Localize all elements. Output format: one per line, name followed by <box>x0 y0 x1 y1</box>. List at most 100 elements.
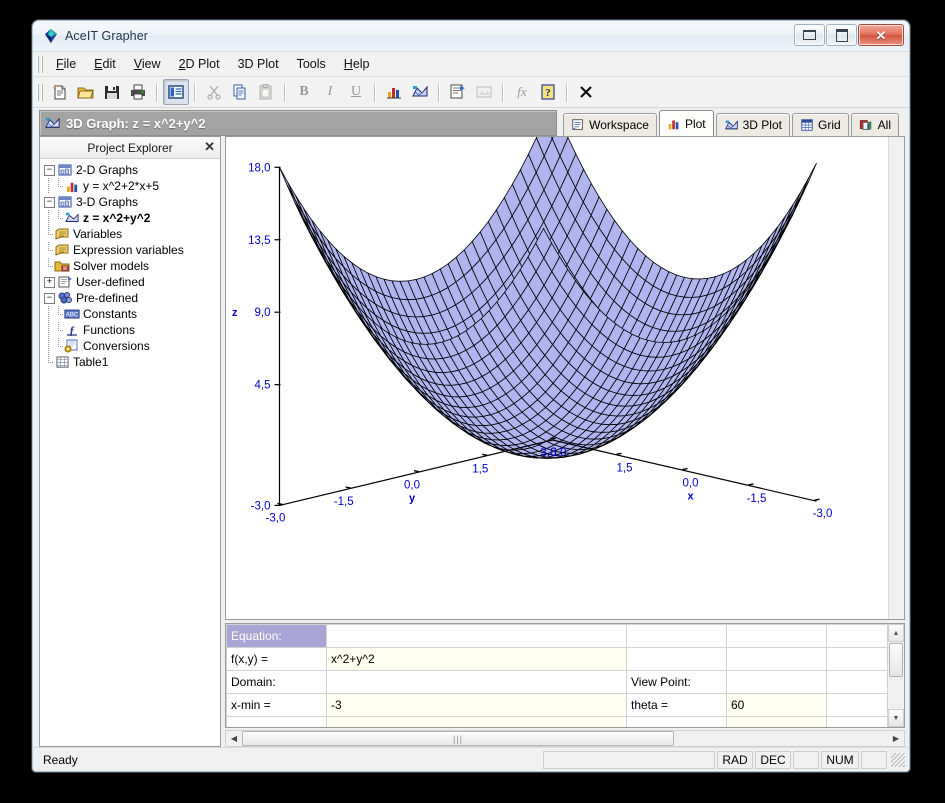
tree-item-z-equation[interactable]: z = x^2+y^2 <box>42 210 220 226</box>
cell-partial-value[interactable] <box>327 717 627 728</box>
cell-blank[interactable] <box>627 648 727 671</box>
close-icon[interactable]: ✕ <box>204 139 215 155</box>
underline-icon[interactable]: U <box>343 79 369 105</box>
paste-icon[interactable] <box>253 79 279 105</box>
scroll-thumb[interactable]: ||| <box>242 731 674 746</box>
table-row[interactable] <box>227 717 888 728</box>
tab-3d-plot[interactable]: 3D Plot <box>716 113 790 136</box>
tree-item-y-equation[interactable]: y = x^2+2*x+5 <box>42 178 220 194</box>
cell-partial-value[interactable] <box>727 717 827 728</box>
menu-help[interactable]: Help <box>335 54 379 74</box>
tree-item-table1[interactable]: Table1 <box>42 354 220 370</box>
tab-workspace[interactable]: Workspace <box>563 113 657 136</box>
cell-equation-header[interactable]: Equation: <box>227 625 327 648</box>
cell-blank[interactable] <box>627 625 727 648</box>
data-grid-vertical-scrollbar[interactable]: ▲ ▼ <box>887 624 904 727</box>
menu-view[interactable]: View <box>125 54 170 74</box>
table-row[interactable]: Domain: View Point: <box>227 671 888 694</box>
cell-theta-value[interactable]: 60 <box>727 694 827 717</box>
status-angle-mode[interactable]: RAD <box>717 751 753 769</box>
maximize-button[interactable] <box>826 24 857 46</box>
close-button[interactable]: ✕ <box>858 24 904 46</box>
menu-3d-plot[interactable]: 3D Plot <box>229 54 288 74</box>
italic-icon[interactable]: I <box>317 79 343 105</box>
cell-blank[interactable] <box>827 717 888 728</box>
tree-item-expression-variables[interactable]: Expression variables <box>42 242 220 258</box>
tab-all[interactable]: All <box>851 113 899 136</box>
cell-fxy-value[interactable]: x^2+y^2 <box>327 648 627 671</box>
tree-toggle[interactable]: − <box>44 293 55 304</box>
cell-theta-label[interactable]: theta = <box>627 694 727 717</box>
properties-icon[interactable] <box>445 79 471 105</box>
new-icon[interactable] <box>47 79 73 105</box>
menu-tools[interactable]: Tools <box>288 54 335 74</box>
svg-text:13,5: 13,5 <box>248 235 270 247</box>
tab-plot[interactable]: Plot <box>659 110 714 136</box>
scroll-left-icon[interactable]: ◀ <box>226 731 242 746</box>
bold-icon[interactable]: B <box>291 79 317 105</box>
image-icon[interactable] <box>471 79 497 105</box>
status-number-base[interactable]: DEC <box>755 751 791 769</box>
tree-item-conversions[interactable]: Conversions <box>42 338 220 354</box>
copy-icon[interactable] <box>227 79 253 105</box>
cell-xmin-value[interactable]: -3 <box>327 694 627 717</box>
tree-item-3d-graphs[interactable]: − 3-D Graphs <box>42 194 220 210</box>
svg-text:3,0: 3,0 <box>551 447 567 459</box>
data-grid-horizontal-scrollbar[interactable]: ◀ ||| ▶ <box>225 730 905 747</box>
surface-plot-canvas[interactable]: 18,013,59,04,5-3,0z-3,0-1,50,01,53,0y3,0… <box>225 136 905 620</box>
cell-blank[interactable] <box>827 648 888 671</box>
table-row[interactable]: Equation: <box>227 625 888 648</box>
cell-blank[interactable] <box>827 671 888 694</box>
tree-toggle[interactable]: − <box>44 197 55 208</box>
toolbar-drag-handle[interactable] <box>37 84 44 101</box>
tree-item-functions[interactable]: ƒ Functions <box>42 322 220 338</box>
cell-blank[interactable] <box>827 694 888 717</box>
help-question-icon[interactable]: ? <box>535 79 561 105</box>
menu-2d-plot[interactable]: 2D Plot <box>170 54 229 74</box>
print-icon[interactable] <box>125 79 151 105</box>
menu-drag-handle[interactable] <box>37 56 44 73</box>
tree-item-variables[interactable]: Variables <box>42 226 220 242</box>
bar-chart-icon[interactable] <box>381 79 407 105</box>
tree-item-constants[interactable]: ABC Constants <box>42 306 220 322</box>
cell-partial-label[interactable] <box>227 717 327 728</box>
tree-item-2d-graphs[interactable]: − 2-D Graphs <box>42 162 220 178</box>
cell-blank[interactable] <box>327 671 627 694</box>
tree-item-user-defined[interactable]: + User-defined <box>42 274 220 290</box>
project-explorer-icon[interactable] <box>163 79 189 105</box>
cell-blank[interactable] <box>827 625 888 648</box>
scroll-down-icon[interactable]: ▼ <box>888 709 904 727</box>
cell-domain-label[interactable]: Domain: <box>227 671 327 694</box>
function-fx-icon[interactable]: fx <box>509 79 535 105</box>
scroll-right-icon[interactable]: ▶ <box>888 731 904 746</box>
table-row[interactable]: x-min = -3 theta = 60 <box>227 694 888 717</box>
tab-grid[interactable]: Grid <box>792 113 849 136</box>
plot-vertical-scrollbar[interactable] <box>888 137 904 619</box>
tree-toggle[interactable]: − <box>44 165 55 176</box>
cell-blank[interactable] <box>327 625 627 648</box>
cell-partial-label[interactable] <box>627 717 727 728</box>
scroll-thumb[interactable] <box>889 643 903 677</box>
table-row[interactable]: f(x,y) = x^2+y^2 <box>227 648 888 671</box>
title-bar: AceIT Grapher ✕ <box>33 21 909 52</box>
cell-blank[interactable] <box>727 648 827 671</box>
tree-item-pre-defined[interactable]: − Pre-defined <box>42 290 220 306</box>
menu-file[interactable]: File <box>47 54 85 74</box>
close-x-icon[interactable] <box>573 79 599 105</box>
cell-viewpoint-label[interactable]: View Point: <box>627 671 727 694</box>
cell-xmin-label[interactable]: x-min = <box>227 694 327 717</box>
cell-fxy-label[interactable]: f(x,y) = <box>227 648 327 671</box>
cell-blank[interactable] <box>727 625 827 648</box>
scroll-up-icon[interactable]: ▲ <box>888 624 904 642</box>
minimize-button[interactable] <box>794 24 825 46</box>
menu-edit[interactable]: Edit <box>85 54 125 74</box>
cut-scissors-icon[interactable] <box>201 79 227 105</box>
resize-grip-icon[interactable] <box>891 753 905 767</box>
save-disk-icon[interactable] <box>99 79 125 105</box>
cell-blank[interactable] <box>727 671 827 694</box>
tree-toggle[interactable]: + <box>44 277 55 288</box>
svg-text:0,0: 0,0 <box>404 480 420 492</box>
tree-item-solver-models[interactable]: Solver models <box>42 258 220 274</box>
surface-plot-icon[interactable] <box>407 79 433 105</box>
open-folder-icon[interactable] <box>73 79 99 105</box>
